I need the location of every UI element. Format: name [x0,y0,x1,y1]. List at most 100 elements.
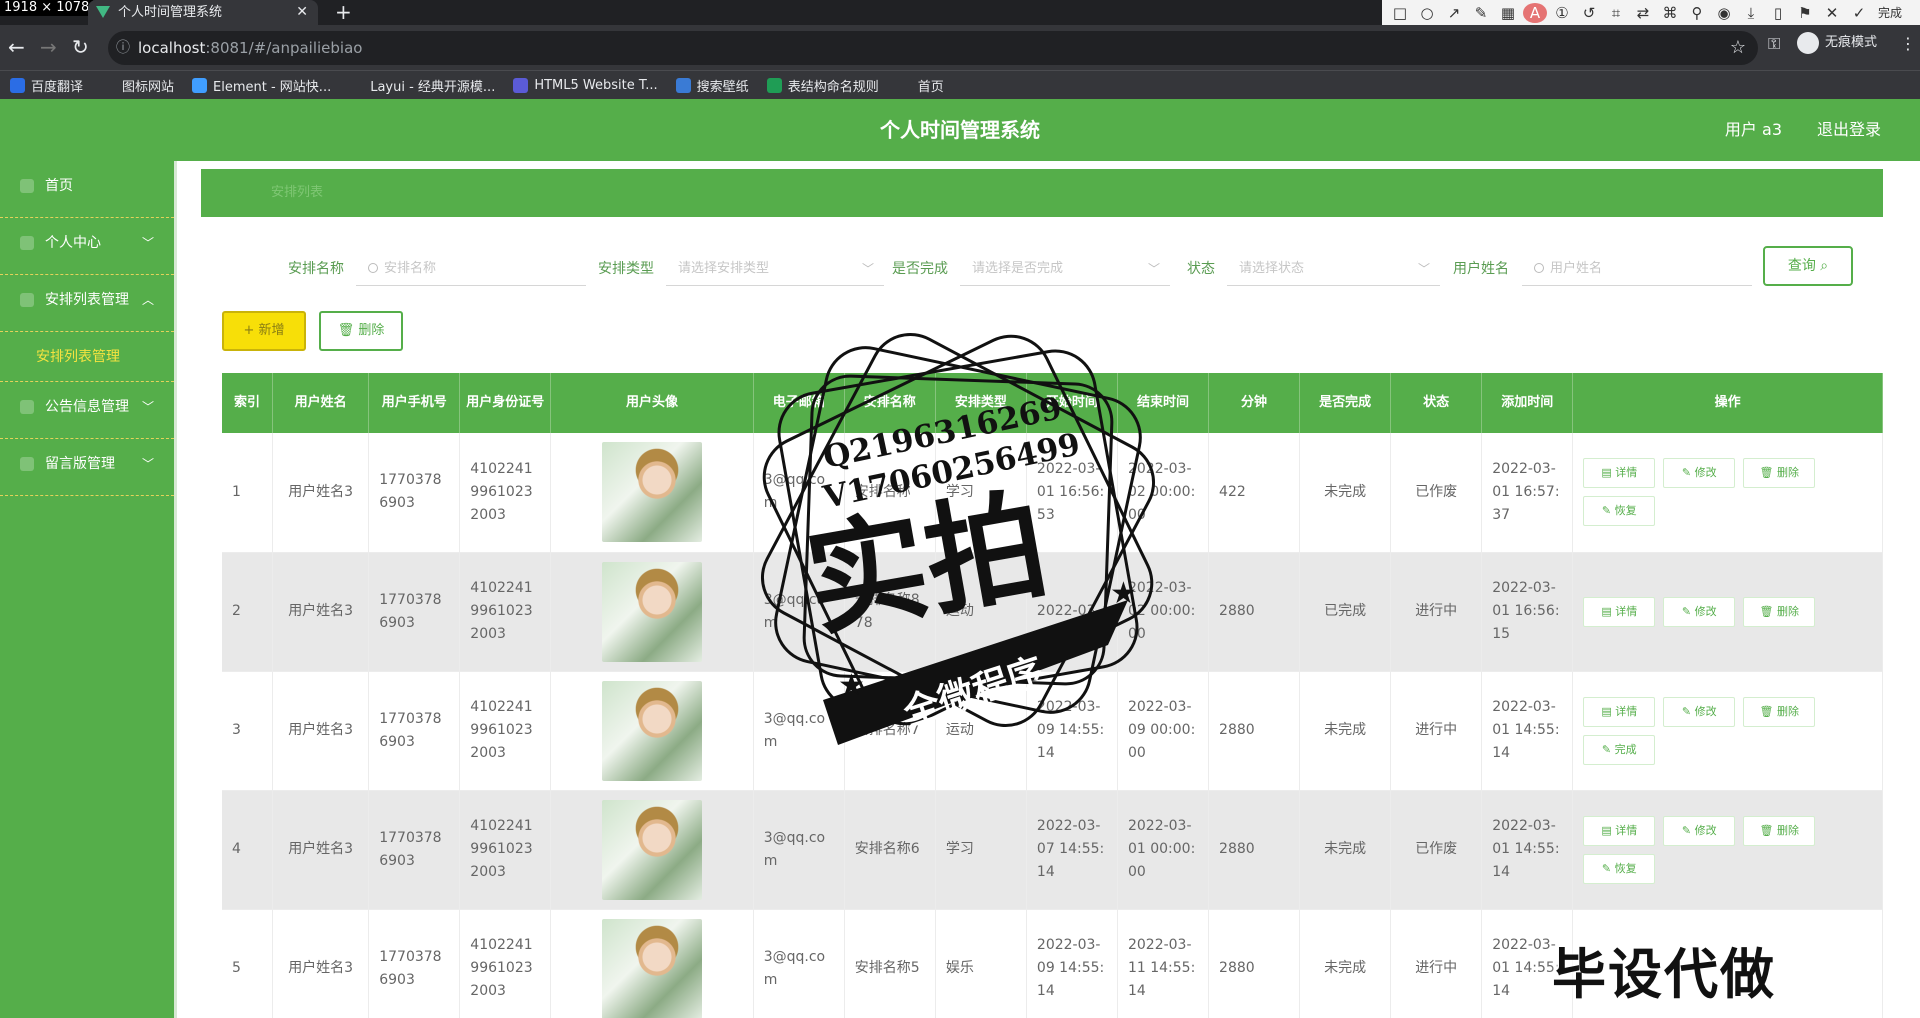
edit-button[interactable]: ✎ 修改 [1663,815,1736,846]
restore-button[interactable]: ✎ 恢复 [1583,496,1656,527]
cell-plan: 安排名称 [844,433,936,553]
detail-button[interactable]: ▤ 详情 [1583,458,1656,489]
browser-tab[interactable]: 个人时间管理系统 ✕ [88,0,318,25]
avatar[interactable] [602,799,703,900]
rectangle-tool-icon[interactable]: □ [1388,3,1412,23]
record-icon[interactable]: ◉ [1712,3,1736,23]
bookmark-item[interactable]: 图标网站 [101,76,174,95]
bookmark-item[interactable]: 首页 [896,76,944,95]
undo-icon[interactable]: ↺ [1577,3,1601,23]
cell-name: 用户姓名3 [272,433,370,553]
logout-button[interactable]: 退出登录 [1817,99,1881,161]
edit-button[interactable]: ✎ 修改 [1663,458,1736,489]
column-header: 结束时间 [1117,373,1210,433]
avatar[interactable] [602,442,703,543]
new-tab-icon[interactable]: + [335,0,352,25]
delete-row-button[interactable]: 🗑 删除 [1743,696,1816,727]
sidebar-subitem-schedule-list[interactable]: 安排列表管理 [0,332,174,382]
back-icon[interactable]: ← [8,37,25,57]
cell-idx: 1 [222,433,274,553]
sidebar-item-notice[interactable]: 公告信息管理 ﹀ [0,382,174,439]
search-form: 安排名称 安排名称 安排类型 请选择安排类型 ﹀ 是否完成 请选择是否完成 ﹀ 状态… [177,241,1920,291]
html5-icon [513,77,529,93]
query-button[interactable]: 查询 ⌕ [1763,246,1853,286]
done-button[interactable]: 完成 [1878,3,1902,23]
bookmark-item[interactable]: 表结构命名规则 [766,76,879,95]
cell-idcard: 410224199610232003 [459,433,552,553]
pen-tool-icon[interactable]: ✎ [1469,3,1493,23]
cell-type: 运动 [935,671,1027,791]
bookmark-item[interactable]: 百度翻译 [10,76,83,95]
delete-row-button[interactable]: 🗑 删除 [1743,596,1816,627]
done-select[interactable]: 请选择是否完成 ﹀ [960,252,1170,286]
action-label: 恢复 [1614,861,1637,875]
restore-button[interactable]: ✎ 恢复 [1583,853,1656,884]
download-icon[interactable]: ⤓ [1739,3,1763,23]
cell-type: 运动 [935,552,1027,672]
bookmark-item[interactable]: HTML5 Website T... [513,77,658,93]
detail-button[interactable]: ▤ 详情 [1583,815,1656,846]
bookmark-label: 表结构命名规则 [787,79,879,95]
sidebar-item-label: 留言版管理 [45,456,115,472]
sidebar-item-home[interactable]: 首页 [0,161,174,218]
number-tool-icon[interactable]: ① [1550,3,1574,23]
pin-icon[interactable]: ⚲ [1685,3,1709,23]
action-label: 详情 [1615,466,1638,480]
cell-actions: ▤ 详情 ✎ 修改 🗑 删除 [1572,552,1883,672]
info-icon[interactable]: ⓘ [116,31,130,65]
delete-row-button[interactable]: 🗑 删除 [1743,815,1816,846]
star-icon[interactable]: ☆ [1730,31,1746,65]
action-label: 修改 [1694,466,1717,480]
table-row: 1 用户姓名3 17703786903 410224199610232003 3@qq.… [222,433,1883,553]
cancel-icon[interactable]: ✕ [1820,3,1844,23]
detail-button[interactable]: ▤ 详情 [1583,696,1656,727]
sidebar-item-profile[interactable]: 个人中心 ﹀ [0,218,174,275]
avatar[interactable] [602,561,703,662]
cell-idx: 3 [222,671,274,791]
edit-button[interactable]: ✎ 修改 [1663,596,1736,627]
phone-icon[interactable]: ▯ [1766,3,1790,23]
cell-name: 用户姓名3 [272,671,370,791]
ellipse-tool-icon[interactable]: ○ [1415,3,1439,23]
detail-button[interactable]: ▤ 详情 [1583,596,1656,627]
cell-idcard: 410224199610232003 [459,909,552,1018]
cell-added: 2022-03-01 16:57:37 [1481,433,1574,553]
avatar[interactable] [602,680,703,781]
crop-icon[interactable]: ⌗ [1604,3,1628,23]
plan-type-select[interactable]: 请选择安排类型 ﹀ [666,252,884,286]
bookmark-label: Layui - 经典开源模... [370,79,496,95]
bookmark-icon[interactable]: ⚑ [1793,3,1817,23]
close-tab-icon[interactable]: ✕ [296,0,308,25]
key-icon[interactable]: ⚿ [1768,34,1780,54]
avatar[interactable] [602,918,703,1018]
bookmark-item[interactable]: Layui - 经典开源模... [349,76,495,95]
text-tool-icon[interactable]: A [1523,2,1547,23]
cell-added: 2022-03-01 14:55:14 [1481,671,1574,791]
forward-icon[interactable]: → [40,37,57,57]
status-select[interactable]: 请选择状态 ﹀ [1227,252,1440,286]
translate-icon[interactable]: ⇄ [1631,3,1655,23]
complete-button[interactable]: ✎ 完成 [1583,734,1656,765]
batch-delete-button[interactable]: 🗑 删除 [319,311,403,351]
chevron-down-icon: ﹀ [1417,262,1430,276]
plan-name-input[interactable]: 安排名称 [356,252,586,286]
more-menu-icon[interactable]: ⋮ [1900,34,1916,53]
chevron-down-icon: ﹀ [861,262,874,276]
incognito-indicator[interactable]: 无痕模式 [1797,31,1877,55]
edit-button[interactable]: ✎ 修改 [1663,696,1736,727]
mosaic-tool-icon[interactable]: ▦ [1496,3,1520,23]
bookmark-item[interactable]: Element - 网站快... [192,76,331,95]
ocr-icon[interactable]: ⌘ [1658,3,1682,23]
arrow-tool-icon[interactable]: ↗ [1442,3,1466,23]
reload-icon[interactable]: ↻ [72,37,89,57]
sidebar-item-message[interactable]: 留言版管理 ﹀ [0,439,174,496]
confirm-icon[interactable]: ✓ [1847,3,1871,23]
column-header: 状态 [1390,373,1483,433]
bookmark-item[interactable]: 搜索壁纸 [675,76,749,95]
add-button[interactable]: + 新增 [222,311,306,351]
username-input[interactable]: 用户姓名 [1522,252,1752,286]
delete-row-button[interactable]: 🗑 删除 [1743,458,1816,489]
url-field[interactable]: ⓘ localhost:8081/#/anpailiebiao ☆ [108,31,1758,65]
cell-avatar [550,671,754,791]
sidebar-item-schedule[interactable]: 安排列表管理 ︿ [0,275,174,332]
